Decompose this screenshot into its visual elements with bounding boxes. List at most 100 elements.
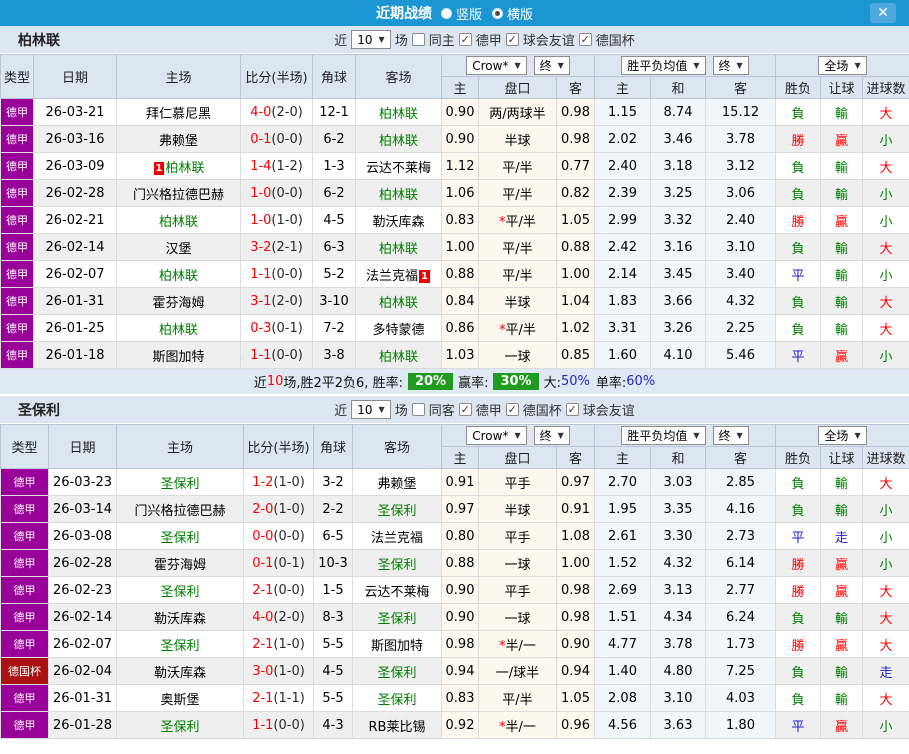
league-cell: 德甲 [0, 206, 34, 234]
handicap-cell: 一球 [478, 341, 557, 369]
euro-away-odds: 2.85 [705, 468, 777, 496]
handicap-result-cell: 贏 [820, 711, 864, 739]
league-checkbox[interactable]: ✓ [565, 403, 579, 416]
close-button[interactable]: ✕ [870, 3, 896, 23]
scope-select[interactable]: 全场 ▼ [818, 56, 867, 75]
date-cell: 26-02-04 [48, 657, 117, 685]
single-rate-label: 单率: [595, 376, 627, 391]
score-cell: 0-1(0-0) [240, 125, 313, 153]
handicap-result-cell: 贏 [820, 630, 864, 658]
euro-period-select[interactable]: 终 ▼ [712, 426, 749, 445]
handicap-cell: 一/球半 [478, 657, 557, 685]
team-label: 斯图加特 [152, 349, 205, 365]
goals-result-cell: 大 [862, 152, 909, 180]
match-row: 德甲 26-03-08 圣保利 0-0(0-0) 6-5 法兰克福 0.80 平手 1.08 2.… [0, 522, 909, 550]
league-checkbox[interactable]: ✓ [458, 33, 472, 46]
euro-away-odds: 4.16 [705, 495, 777, 523]
home-team-cell: 圣保利 [116, 576, 244, 604]
asian-odds-header: Crow* ▼ 终 ▼ [440, 424, 596, 447]
away-team-cell: 法兰克福 1 [355, 260, 442, 288]
games-label: 场 [394, 404, 408, 419]
euro-away-odds: 3.12 [705, 152, 777, 180]
corners-cell: 6-2 [312, 179, 356, 207]
single-rate-value: 60% [626, 374, 656, 389]
league-cell: 德甲 [0, 603, 49, 631]
euro-away-odds: 7.25 [705, 657, 777, 685]
euro-home-odds: 2.40 [594, 152, 652, 180]
view-radio-vertical[interactable]: 竖版 [440, 4, 482, 23]
match-row: 德甲 26-02-14 勒沃库森 4-0(2-0) 8-3 圣保利 0.90 一球 0.98 1.… [0, 603, 909, 631]
handicap-result-cell: 走 [820, 522, 864, 550]
goals-result-cell: 大 [862, 630, 909, 658]
euro-draw-odds: 4.32 [650, 549, 707, 577]
league-label: 德国杯 [522, 404, 562, 419]
euro-odds-select[interactable]: 胜平负均值 ▼ [621, 426, 706, 445]
column-header: 角球 [313, 424, 353, 469]
asian-away-odds: 0.90 [555, 630, 596, 658]
same-venue-checkbox[interactable] [411, 33, 425, 46]
odds-period-select[interactable]: 终 ▼ [533, 426, 570, 445]
asian-home-odds: 0.92 [441, 711, 479, 739]
league-checkbox[interactable]: ✓ [578, 33, 592, 46]
radio-label: 竖版 [455, 7, 482, 23]
games-count-select[interactable]: 10 ▼ [351, 400, 391, 419]
goals-result-cell: 小 [862, 341, 909, 369]
league-checkbox[interactable]: ✓ [505, 33, 519, 46]
handicap-label: 半球 [504, 503, 531, 519]
match-row: 德甲 26-01-28 圣保利 1-1(0-0) 4-3 RB莱比锡 0.92 *半/一 0.9… [0, 711, 909, 739]
column-header: 主场 [116, 424, 244, 469]
match-row: 德甲 26-02-14 汉堡 3-2(2-1) 6-3 柏林联 1.00 平/半 0.88 2.4… [0, 233, 909, 261]
league-checkbox[interactable]: ✓ [458, 403, 472, 416]
result-subheader: 进球数 [862, 76, 909, 99]
euro-away-odds: 3.78 [705, 125, 777, 153]
fulltime-score: 2-1 [252, 690, 274, 706]
asian-away-odds: 0.98 [555, 98, 596, 126]
halftime-score: (0-1) [271, 320, 303, 336]
handicap-label: 平/半 [502, 268, 533, 284]
filter-bar: 近 10 ▼ 场同客 ✓ 德甲 ✓ 德国杯 ✓ 球会友谊 [60, 400, 909, 419]
goals-result-cell: 小 [862, 711, 909, 739]
same-venue-checkbox[interactable] [411, 403, 425, 416]
euro-odds-select[interactable]: 胜平负均值 ▼ [621, 56, 706, 75]
score-cell: 0-0(0-0) [243, 522, 314, 550]
goals-result-cell: 小 [862, 522, 909, 550]
euro-draw-odds: 3.10 [650, 684, 707, 712]
euro-period-select[interactable]: 终 ▼ [712, 56, 749, 75]
away-team-cell: RB莱比锡 [352, 711, 442, 739]
euro-away-odds: 2.25 [705, 314, 777, 342]
asian-home-odds: 0.83 [441, 684, 479, 712]
games-count-select[interactable]: 10 ▼ [351, 30, 391, 49]
team-label: 圣保利 [160, 584, 200, 600]
team-label: 柏林联 [158, 268, 198, 284]
odds-company-select[interactable]: Crow* ▼ [466, 56, 527, 75]
euro-away-odds: 2.73 [705, 522, 777, 550]
match-row: 德甲 26-01-31 霍芬海姆 3-1(2-0) 3-10 柏林联 0.84 半球 1.04 1… [0, 287, 909, 315]
asian-away-odds: 1.08 [555, 522, 596, 550]
handicap-label: 半/一 [505, 638, 536, 654]
odds-period-select[interactable]: 终 ▼ [533, 56, 570, 75]
match-row: 德甲 26-03-23 圣保利 1-2(1-0) 3-2 弗赖堡 0.91 平手 0.97 2.7… [0, 468, 909, 496]
asian-home-odds: 0.97 [441, 495, 479, 523]
handicap-result-cell: 輸 [820, 98, 864, 126]
away-team-cell: 圣保利 [352, 495, 442, 523]
scope-select[interactable]: 全场 ▼ [818, 426, 867, 445]
euro-home-odds: 2.61 [594, 522, 652, 550]
team-section-header: 圣保利近 10 ▼ 场同客 ✓ 德甲 ✓ 德国杯 ✓ 球会友谊 [0, 396, 909, 424]
fulltime-score: 1-0 [250, 185, 272, 201]
halftime-score: (2-1) [271, 239, 303, 255]
match-table: 类型 日期 主场 比分(半场) 角球 客场 Crow* ▼ 终 ▼ 胜平负均值 ▼ 终 ▼ 全场 ▼ 主盘口客主… [0, 54, 909, 369]
odds-company-select[interactable]: Crow* ▼ [466, 426, 527, 445]
asian-away-odds: 0.97 [555, 468, 596, 496]
date-cell: 26-03-14 [48, 495, 117, 523]
handicap-cell: *半/一 [478, 711, 557, 739]
radio-icon [492, 7, 503, 19]
euro-draw-odds: 3.45 [650, 260, 707, 288]
handicap-label: 平/半 [502, 160, 533, 176]
euro-subheader: 主 [594, 76, 652, 99]
record-summary: 近 10 场,胜2平2负6, 胜率: 20% 赢率: 30% 大: 50% 单率: 60% [0, 369, 909, 394]
euro-home-odds: 2.70 [594, 468, 652, 496]
corners-cell: 2-2 [313, 495, 353, 523]
view-radio-horizontal[interactable]: 横版 [492, 4, 533, 23]
handicap-cell: 平/半 [478, 179, 557, 207]
league-checkbox[interactable]: ✓ [505, 403, 519, 416]
